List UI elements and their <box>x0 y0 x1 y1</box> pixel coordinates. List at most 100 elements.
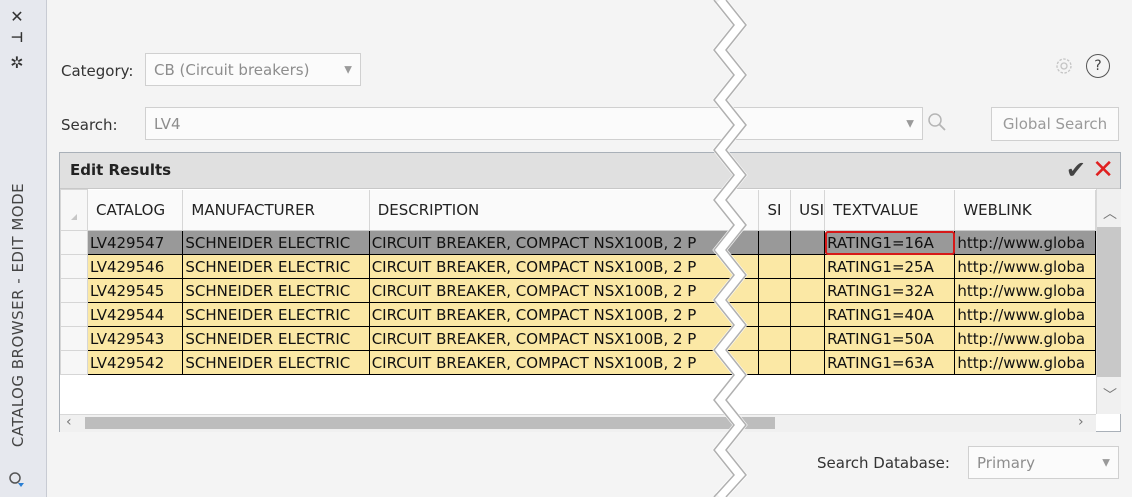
cell-catalog[interactable]: LV429546 <box>86 254 184 279</box>
cell-si[interactable] <box>758 254 792 279</box>
horizontal-scrollbar[interactable]: ‹ › <box>60 414 1096 432</box>
cell-si[interactable] <box>758 302 792 327</box>
gear-icon[interactable] <box>1052 53 1076 79</box>
cell-si[interactable] <box>758 326 792 351</box>
cell-catalog[interactable]: LV429544 <box>86 302 184 327</box>
cancel-icon[interactable]: ✕ <box>1092 155 1114 185</box>
cell-manufacturer[interactable]: SCHNEIDER ELECTRIC <box>182 350 370 375</box>
cell-manufacturer[interactable]: SCHNEIDER ELECTRIC <box>182 302 370 327</box>
help-icon[interactable]: ? <box>1086 54 1110 78</box>
edit-results-panel: Edit Results ✔ ✕ CATALOG MANUFACTURER DE… <box>59 152 1121 432</box>
column-header-si[interactable]: SI <box>758 189 792 231</box>
cell-usi[interactable] <box>790 350 826 375</box>
scroll-left-icon[interactable]: ‹ <box>66 414 72 430</box>
cell-weblink[interactable]: http://www.globa <box>954 326 1096 351</box>
cell-weblink[interactable]: http://www.globa <box>954 350 1096 375</box>
cell-usi[interactable] <box>790 326 826 351</box>
cell-manufacturer[interactable]: SCHNEIDER ELECTRIC <box>182 254 370 279</box>
chevron-down-icon: ▼ <box>1102 457 1110 468</box>
row-header[interactable] <box>60 230 88 255</box>
results-table: CATALOG MANUFACTURER DESCRIPTION SI USI … <box>60 189 1096 375</box>
search-database-label: Search Database: <box>817 454 950 472</box>
cell-textvalue[interactable]: RATING1=63A <box>824 350 956 375</box>
table-row[interactable]: LV429545 SCHNEIDER ELECTRIC CIRCUIT BREA… <box>60 278 1096 303</box>
refresh-icon[interactable] <box>6 470 28 490</box>
palette-title-text: CATALOG BROWSER - EDIT MODE <box>9 182 28 448</box>
cell-catalog[interactable]: LV429545 <box>86 278 184 303</box>
cell-si[interactable] <box>758 278 792 303</box>
cell-usi[interactable] <box>790 302 826 327</box>
pin-icon[interactable]: ⊣ <box>6 28 28 48</box>
search-icon[interactable] <box>925 110 949 136</box>
cell-manufacturer[interactable]: SCHNEIDER ELECTRIC <box>182 278 370 303</box>
search-database-dropdown[interactable]: Primary ▼ <box>968 446 1119 479</box>
category-dropdown[interactable]: CB (Circuit breakers) ▼ <box>145 53 361 86</box>
cell-si[interactable] <box>758 230 792 255</box>
vertical-scroll-thumb[interactable] <box>1097 227 1121 377</box>
row-header[interactable] <box>60 302 88 327</box>
cell-usi[interactable] <box>790 230 826 255</box>
results-table-viewport: CATALOG MANUFACTURER DESCRIPTION SI USI … <box>60 189 1096 414</box>
cell-textvalue[interactable]: RATING1=40A <box>824 302 956 327</box>
cell-textvalue[interactable]: RATING1=25A <box>824 254 956 279</box>
cell-usi[interactable] <box>790 278 826 303</box>
cell-weblink[interactable]: http://www.globa <box>954 302 1096 327</box>
cell-description[interactable]: CIRCUIT BREAKER, COMPACT NSX100B, 2 P <box>368 326 760 351</box>
accept-icon[interactable]: ✔ <box>1066 156 1086 184</box>
cell-si[interactable] <box>758 350 792 375</box>
row-header[interactable] <box>60 326 88 351</box>
column-header-textvalue[interactable]: TEXTVALUE <box>824 189 956 231</box>
row-header[interactable] <box>60 254 88 279</box>
cell-weblink[interactable]: http://www.globa <box>954 230 1096 255</box>
scroll-right-icon[interactable]: › <box>1078 414 1084 430</box>
search-label: Search: <box>61 116 118 134</box>
scroll-down-icon[interactable]: ﹀ <box>1103 385 1117 405</box>
cell-description[interactable]: CIRCUIT BREAKER, COMPACT NSX100B, 2 P <box>368 350 760 375</box>
search-input[interactable]: LV4 ▼ <box>145 107 923 140</box>
column-header-manufacturer[interactable]: MANUFACTURER <box>182 189 370 231</box>
scroll-up-icon[interactable]: ︿ <box>1103 203 1117 223</box>
horizontal-scroll-thumb[interactable] <box>85 417 775 429</box>
settings-icon[interactable]: ✲ <box>6 52 28 72</box>
search-database-value: Primary <box>977 453 1035 472</box>
cell-description[interactable]: CIRCUIT BREAKER, COMPACT NSX100B, 2 P <box>368 254 760 279</box>
corner-cell <box>60 189 88 231</box>
row-header[interactable] <box>60 278 88 303</box>
edit-results-header: Edit Results ✔ ✕ <box>60 153 1120 189</box>
table-row[interactable]: LV429546 SCHNEIDER ELECTRIC CIRCUIT BREA… <box>60 254 1096 279</box>
cell-textvalue[interactable]: RATING1=16A <box>824 230 956 255</box>
cell-catalog[interactable]: LV429542 <box>86 350 184 375</box>
column-header-weblink[interactable]: WEBLINK <box>954 189 1096 231</box>
table-row[interactable]: LV429544 SCHNEIDER ELECTRIC CIRCUIT BREA… <box>60 302 1096 327</box>
cell-description[interactable]: CIRCUIT BREAKER, COMPACT NSX100B, 2 P <box>368 278 760 303</box>
table-row[interactable]: LV429543 SCHNEIDER ELECTRIC CIRCUIT BREA… <box>60 326 1096 351</box>
chevron-down-icon: ▼ <box>344 64 352 75</box>
edit-results-title: Edit Results <box>70 161 172 179</box>
cell-weblink[interactable]: http://www.globa <box>954 278 1096 303</box>
cell-weblink[interactable]: http://www.globa <box>954 254 1096 279</box>
table-row[interactable]: LV429542 SCHNEIDER ELECTRIC CIRCUIT BREA… <box>60 350 1096 375</box>
cell-catalog[interactable]: LV429547 <box>86 230 184 255</box>
cell-catalog[interactable]: LV429543 <box>86 326 184 351</box>
cell-textvalue[interactable]: RATING1=50A <box>824 326 956 351</box>
search-value: LV4 <box>154 114 181 133</box>
chevron-down-icon: ▼ <box>906 118 914 129</box>
palette-title: CATALOG BROWSER - EDIT MODE <box>4 170 32 460</box>
cell-textvalue[interactable]: RATING1=32A <box>824 278 956 303</box>
column-header-usi[interactable]: USI <box>790 189 826 231</box>
row-header[interactable] <box>60 350 88 375</box>
vertical-scrollbar[interactable]: ︿ ﹀ <box>1096 189 1121 414</box>
palette-sidebar: ✕ ⊣ ✲ CATALOG BROWSER - EDIT MODE <box>0 0 47 497</box>
cell-description[interactable]: CIRCUIT BREAKER, COMPACT NSX100B, 2 P <box>368 230 760 255</box>
table-header-row: CATALOG MANUFACTURER DESCRIPTION SI USI … <box>60 189 1096 231</box>
cell-manufacturer[interactable]: SCHNEIDER ELECTRIC <box>182 326 370 351</box>
close-icon[interactable]: ✕ <box>6 6 28 26</box>
cell-usi[interactable] <box>790 254 826 279</box>
column-header-catalog[interactable]: CATALOG <box>87 189 184 231</box>
category-label: Category: <box>61 62 134 80</box>
cell-manufacturer[interactable]: SCHNEIDER ELECTRIC <box>182 230 370 255</box>
global-search-button[interactable]: Global Search <box>991 107 1119 141</box>
cell-description[interactable]: CIRCUIT BREAKER, COMPACT NSX100B, 2 P <box>368 302 760 327</box>
column-header-description[interactable]: DESCRIPTION <box>369 189 760 231</box>
table-row[interactable]: LV429547 SCHNEIDER ELECTRIC CIRCUIT BREA… <box>60 230 1096 255</box>
